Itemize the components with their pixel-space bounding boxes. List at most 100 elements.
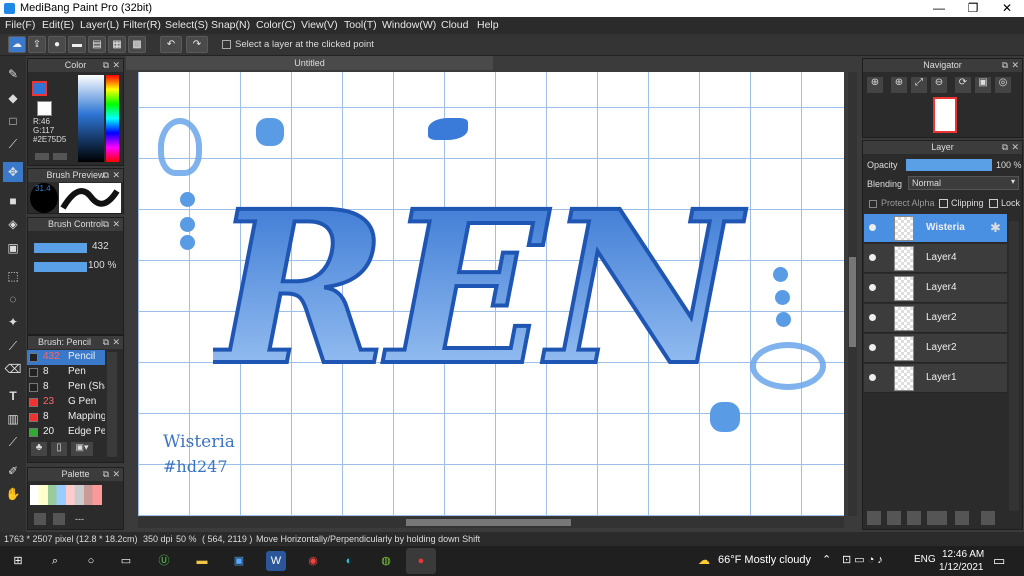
brush-item-edge-pen[interactable]: 20 Edge Per [27,425,105,440]
brush-item-g-pen[interactable]: 23 G Pen [27,395,105,410]
palette-swatches[interactable] [30,485,102,505]
chrome-icon[interactable]: ◉ [303,551,323,571]
menu-window[interactable]: Window(W) [382,19,436,31]
menu-color[interactable]: Color(C) [256,19,296,31]
menu-file[interactable]: File(F) [5,19,35,31]
layer-duplicate-icon[interactable] [981,511,995,525]
folder-layer-icon[interactable] [907,511,921,525]
weather-text[interactable]: 66°F Mostly cloudy [718,554,811,566]
magic-wand-icon[interactable]: ✦ [3,312,23,332]
gear-icon[interactable]: ✱ [990,220,1001,236]
file-explorer-icon[interactable]: ▬ [192,551,212,571]
menu-filter[interactable]: Filter(R) [123,19,161,31]
hand-tool-icon[interactable]: ✋ [3,484,23,504]
windows-start-icon[interactable]: ⊞ [8,551,28,571]
grid-icon[interactable]: ▩ [128,36,146,53]
copy-layer-icon[interactable] [887,511,901,525]
menu-help[interactable]: Help [477,19,499,31]
eye-icon[interactable] [869,284,876,291]
vertical-scroll-thumb[interactable] [849,257,856,347]
brush-tool-icon[interactable]: ✎ [3,64,23,84]
cortana-icon[interactable]: ○ [81,551,101,571]
bucket-icon[interactable]: ◈ [3,214,23,234]
select-rect-icon[interactable]: ⬚ [3,266,23,286]
tray-icons[interactable]: ⊡ ▭ ◔ ♪ [842,553,883,566]
layer-row-layer2[interactable]: Layer2 [864,334,1007,363]
brush-list-scrollbar[interactable] [107,352,117,457]
minimize-button[interactable]: — [922,0,956,17]
layer-row-wisteria[interactable]: Wisteria ✱ [864,214,1007,243]
language-indicator[interactable]: ENG [914,554,936,565]
pop-out-icon[interactable]: ⧉ [103,218,109,231]
word-icon[interactable]: W [266,551,286,571]
pop-out-icon[interactable]: ⧉ [103,468,109,481]
menu-view[interactable]: View(V) [301,19,338,31]
brush-item-pen-shading[interactable]: 8 Pen (Sha [27,380,105,395]
main-color-swatch[interactable] [32,81,47,96]
pop-out-icon[interactable]: ⧉ [103,169,109,182]
pop-out-icon[interactable]: ⧉ [103,336,109,349]
color-swap-button[interactable] [53,153,67,160]
brush-item-mapping[interactable]: 8 Mapping [27,410,105,425]
menu-tool[interactable]: Tool(T) [344,19,377,31]
pop-out-icon[interactable]: ⧉ [1002,59,1008,72]
lock-checkbox[interactable] [989,199,998,208]
menu-edit[interactable]: Edit(E) [42,19,74,31]
menu-layer[interactable]: Layer(L) [80,19,119,31]
zoom-in-icon[interactable]: ⊕ [891,77,907,93]
brush-opacity-slider[interactable] [34,262,87,272]
select-layer-checkbox[interactable] [222,40,231,49]
edge-icon[interactable]: ◐ [339,551,359,571]
undo-icon[interactable]: ↶ [160,36,182,53]
search-icon[interactable]: ⌕ [45,551,65,571]
pop-out-icon[interactable]: ⧉ [103,59,109,72]
brush-menu-icon[interactable]: ▣▾ [71,442,93,456]
layer-scrollbar[interactable] [1009,221,1019,511]
reset-rotate-icon[interactable]: ◎ [995,77,1011,93]
fit-icon[interactable]: ⤢ [911,77,927,93]
color-sv-picker[interactable] [78,75,104,162]
eye-icon[interactable] [869,254,876,261]
rotate-icon[interactable]: ⟳ [955,77,971,93]
drawing-canvas[interactable]: REN Wisteria #hd247 [138,72,844,516]
select-pen-icon[interactable]: ⟋ [3,134,23,154]
new-layer-icon[interactable] [867,511,881,525]
cloud-icon[interactable]: ☁ [8,36,26,53]
layer-row-layer2[interactable]: Layer2 [864,304,1007,333]
layer-row-layer4[interactable]: Layer4 [864,274,1007,303]
sub-color-swatch[interactable] [37,101,52,116]
brush-item-pen[interactable]: 8 Pen [27,365,105,380]
close-icon[interactable]: ✕ [112,218,120,231]
close-icon[interactable]: ✕ [112,169,120,182]
close-icon[interactable]: ✕ [1011,141,1019,154]
layer-row-layer4[interactable]: Layer4 [864,244,1007,273]
menu-select[interactable]: Select(S) [165,19,208,31]
move-tool-icon[interactable]: ✥ [3,162,23,182]
fill-rect-icon[interactable]: ■ [3,191,23,211]
notification-icon[interactable]: ▭ [993,553,1005,569]
store-icon[interactable]: ▣ [229,551,249,571]
flip-icon[interactable]: ▣ [975,77,991,93]
close-icon[interactable]: ✕ [1011,59,1019,72]
lasso-icon[interactable]: ◌ [3,289,23,309]
palette-delete-icon[interactable] [53,513,65,525]
select-pen-tool-icon[interactable]: ⟋ [3,336,23,356]
vertical-scrollbar[interactable] [848,72,857,516]
chevron-up-icon[interactable]: ⌃ [822,553,831,566]
close-icon[interactable]: ✕ [112,336,120,349]
eye-icon[interactable] [869,224,876,231]
divide-tool-icon[interactable]: ▥ [3,409,23,429]
export-icon[interactable]: ⇪ [28,36,46,53]
brush-size-slider[interactable] [34,243,87,253]
clock-time[interactable]: 12:46 AM [942,549,984,560]
zoom-out-icon[interactable]: ⊖ [931,77,947,93]
document-icon[interactable]: ▤ [88,36,106,53]
brush-item-pencil[interactable]: 432 Pencil [27,350,105,365]
palette-add-icon[interactable] [34,513,46,525]
select-eraser-icon[interactable]: ⌫ [3,359,23,379]
pop-out-icon[interactable]: ⧉ [1002,141,1008,154]
speech-icon[interactable]: ▬ [68,36,86,53]
text-tool-icon[interactable]: T [3,386,23,406]
layer-row-layer1[interactable]: Layer1 [864,364,1007,393]
zoom-icon[interactable]: ⊕ [867,77,883,93]
